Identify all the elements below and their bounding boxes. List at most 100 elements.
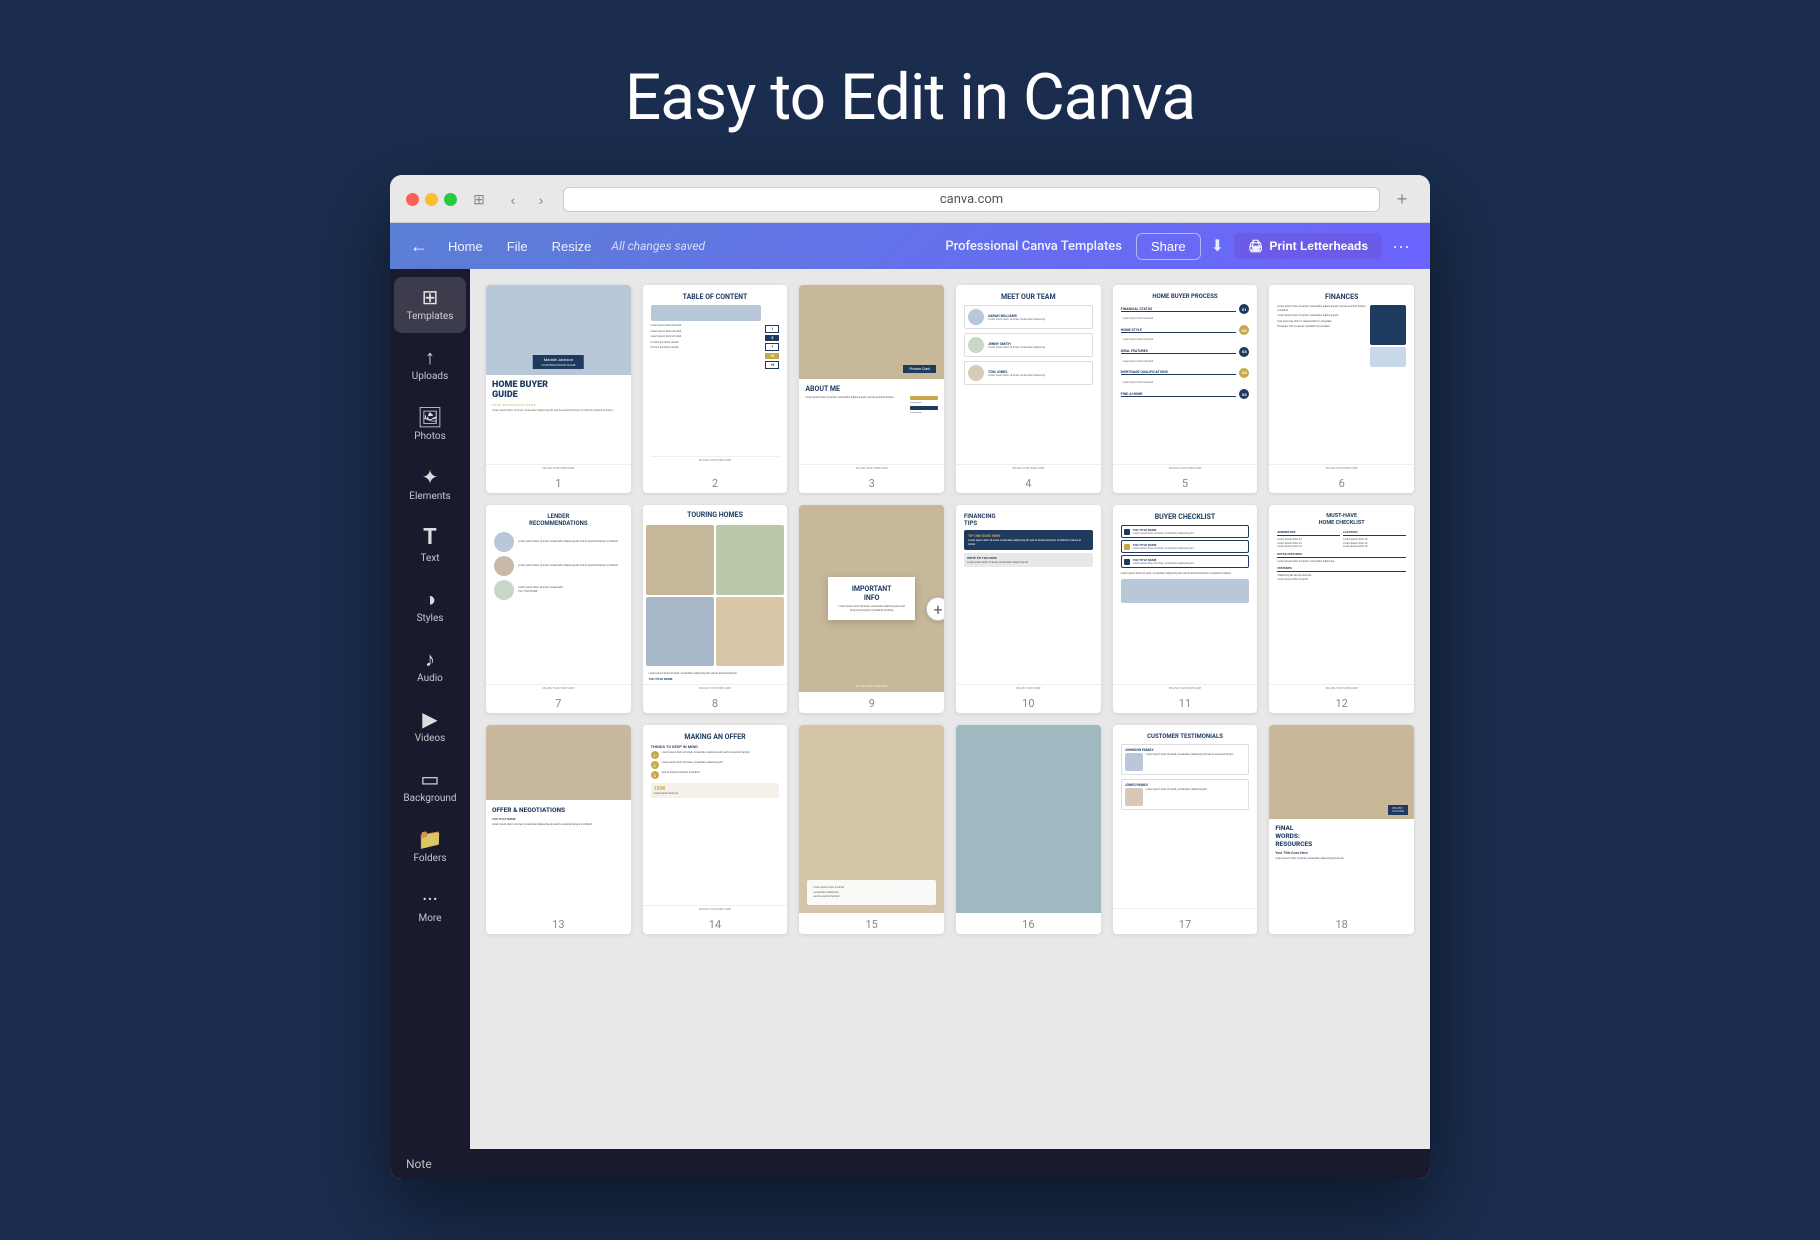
nav-forward-button[interactable]: ›: [529, 190, 553, 210]
back-button[interactable]: ←: [402, 232, 436, 261]
left-sidebar: ⊞ Templates ↑ Uploads 🖼 Photos ✦ Element…: [390, 269, 470, 1149]
page-card-13[interactable]: OFFER & NEGOTIATIONS YOU TITLE NAME Lore…: [486, 725, 631, 933]
page-card-9[interactable]: IMPORTANTINFO Lorem ipsum dolor sit amet…: [799, 505, 944, 713]
page-content-10: FINANCINGTIPS TIP ONE GOES HERE Lorem ip…: [956, 505, 1101, 692]
sidebar-item-templates[interactable]: ⊞ Templates: [394, 277, 466, 333]
print-button[interactable]: 🖨 Print Letterheads: [1234, 233, 1382, 259]
page-content-5: HOME BUYER PROCESS FINANCIAL STATUS 01 L…: [1113, 285, 1258, 472]
page-content-14: MAKING AN OFFER THINGS TO KEEP IN MIND 1…: [643, 725, 788, 912]
sidebar-label-folders: Folders: [413, 853, 446, 865]
resize-nav-button[interactable]: Resize: [542, 233, 602, 260]
page-card-3[interactable]: Phoebe Clark ABOUT ME Lorem ipsum dolor …: [799, 285, 944, 493]
sidebar-item-background[interactable]: ▭ Background: [394, 759, 466, 815]
page-content-15: Lorem ipsum dolor sit amet consectetur a…: [799, 725, 944, 912]
design-title: Professional Canva Templates: [945, 239, 1122, 254]
page-number-10: 10: [956, 692, 1101, 713]
photos-icon: 🖼: [417, 407, 442, 427]
page-card-4[interactable]: MEET OUR TEAM SARAH WILLIAMS Lorem ipsum…: [956, 285, 1101, 493]
page-card-14[interactable]: MAKING AN OFFER THINGS TO KEEP IN MIND 1…: [643, 725, 788, 933]
page-card-7[interactable]: LENDERRECOMMENDATIONS Lorem ipsum dolor …: [486, 505, 631, 713]
page-number-13: 13: [486, 913, 631, 934]
audio-icon: ♪: [425, 649, 435, 669]
page-card-15[interactable]: Lorem ipsum dolor sit amet consectetur a…: [799, 725, 944, 933]
page-number-18: 18: [1269, 913, 1414, 934]
note-label: Note: [406, 1157, 432, 1171]
sidebar-item-videos[interactable]: ▶ Videos: [394, 699, 466, 755]
page-card-16[interactable]: 16: [956, 725, 1101, 933]
sidebar-label-elements: Elements: [409, 491, 450, 503]
page-number-12: 12: [1269, 692, 1414, 713]
sidebar-item-styles[interactable]: ◑ Styles: [394, 579, 466, 635]
page-number-3: 3: [799, 472, 944, 493]
more-icon: ···: [422, 889, 438, 909]
page-number-2: 2: [643, 472, 788, 493]
page-number-14: 14: [643, 913, 788, 934]
maximize-button[interactable]: [444, 193, 457, 206]
page-content-11: BUYER CHECKLIST YOU TITLE NAME Lorem ips…: [1113, 505, 1258, 692]
add-page-button-9[interactable]: +: [926, 597, 944, 621]
note-bar[interactable]: Note: [390, 1149, 1430, 1179]
page-card-18[interactable]: PROJECT LOCATION FINALWORDS:RESOURCES Yo…: [1269, 725, 1414, 933]
page-content-4: MEET OUR TEAM SARAH WILLIAMS Lorem ipsum…: [956, 285, 1101, 472]
page-content-13: OFFER & NEGOTIATIONS YOU TITLE NAME Lore…: [486, 725, 631, 912]
page-card-11[interactable]: BUYER CHECKLIST YOU TITLE NAME Lorem ips…: [1113, 505, 1258, 713]
sidebar-item-audio[interactable]: ♪ Audio: [394, 639, 466, 695]
sidebar-item-text[interactable]: T Text: [394, 517, 466, 575]
sidebar-label-background: Background: [403, 793, 456, 805]
new-tab-button[interactable]: +: [1390, 188, 1414, 212]
page-card-17[interactable]: CUSTOMER TESTIMONIALS JOHNSON FAMILY Lor…: [1113, 725, 1258, 933]
sidebar-item-uploads[interactable]: ↑ Uploads: [394, 337, 466, 393]
text-icon: T: [423, 527, 437, 549]
window-control-icon[interactable]: ⊞: [467, 190, 491, 210]
sidebar-item-folders[interactable]: 📁 Folders: [394, 819, 466, 875]
sidebar-label-uploads: Uploads: [412, 371, 448, 383]
sidebar-label-styles: Styles: [417, 613, 444, 625]
page-card-8[interactable]: TOURING HOMES Lorem ipsum dolor sit amet…: [643, 505, 788, 713]
sidebar-label-templates: Templates: [407, 311, 454, 323]
uploads-icon: ↑: [425, 347, 435, 367]
page-number-8: 8: [643, 692, 788, 713]
page-content-3: Phoebe Clark ABOUT ME Lorem ipsum dolor …: [799, 285, 944, 472]
page-card-1[interactable]: Maddie JacksonYOUR BROKERAGE NAME HOME B…: [486, 285, 631, 493]
download-button[interactable]: ⬇: [1203, 232, 1232, 260]
sidebar-label-text: Text: [420, 553, 439, 565]
sidebar-label-audio: Audio: [417, 673, 443, 685]
home-nav-button[interactable]: Home: [438, 233, 493, 260]
page-content-18: PROJECT LOCATION FINALWORDS:RESOURCES Yo…: [1269, 725, 1414, 912]
page-number-7: 7: [486, 692, 631, 713]
nav-back-button[interactable]: ‹: [501, 190, 525, 210]
page-number-11: 11: [1113, 692, 1258, 713]
page-number-1: 1: [486, 472, 631, 493]
canvas-area[interactable]: Maddie JacksonYOUR BROKERAGE NAME HOME B…: [470, 269, 1430, 1149]
page-content-12: MUST-HAVEHOME CHECKLIST AMMENITIES Lorem…: [1269, 505, 1414, 692]
page-card-2[interactable]: TABLE OF CONTENT Lorem ipsum dolor sit a…: [643, 285, 788, 493]
page-number-15: 15: [799, 913, 944, 934]
page-card-10[interactable]: FINANCINGTIPS TIP ONE GOES HERE Lorem ip…: [956, 505, 1101, 713]
sidebar-item-photos[interactable]: 🖼 Photos: [394, 397, 466, 453]
minimize-button[interactable]: [425, 193, 438, 206]
save-status: All changes saved: [611, 239, 705, 253]
browser-chrome: ⊞ ‹ › canva.com +: [390, 175, 1430, 223]
address-bar[interactable]: canva.com: [563, 187, 1380, 212]
styles-icon: ◑: [424, 589, 436, 609]
page-content-6: FINANCES Lorem ipsum dolor sit amet, con…: [1269, 285, 1414, 472]
file-nav-button[interactable]: File: [497, 233, 538, 260]
sidebar-item-elements[interactable]: ✦ Elements: [394, 457, 466, 513]
page-content-16: [956, 725, 1101, 912]
sidebar-item-more[interactable]: ··· More: [394, 879, 466, 935]
page-number-17: 17: [1113, 913, 1258, 934]
page-card-6[interactable]: FINANCES Lorem ipsum dolor sit amet, con…: [1269, 285, 1414, 493]
page-title: Easy to Edit in Canva: [20, 60, 1800, 135]
page-card-12[interactable]: MUST-HAVEHOME CHECKLIST AMMENITIES Lorem…: [1269, 505, 1414, 713]
page-card-5[interactable]: HOME BUYER PROCESS FINANCIAL STATUS 01 L…: [1113, 285, 1258, 493]
page-number-16: 16: [956, 913, 1101, 934]
elements-icon: ✦: [422, 467, 439, 487]
page-content-1: Maddie JacksonYOUR BROKERAGE NAME HOME B…: [486, 285, 631, 472]
page-number-4: 4: [956, 472, 1101, 493]
canvas-grid: Maddie JacksonYOUR BROKERAGE NAME HOME B…: [486, 285, 1414, 934]
page-number-9: 9: [799, 692, 944, 713]
close-button[interactable]: [406, 193, 419, 206]
more-options-button[interactable]: ···: [1384, 232, 1418, 261]
page-content-9: IMPORTANTINFO Lorem ipsum dolor sit amet…: [799, 505, 944, 692]
share-button[interactable]: Share: [1136, 233, 1201, 260]
